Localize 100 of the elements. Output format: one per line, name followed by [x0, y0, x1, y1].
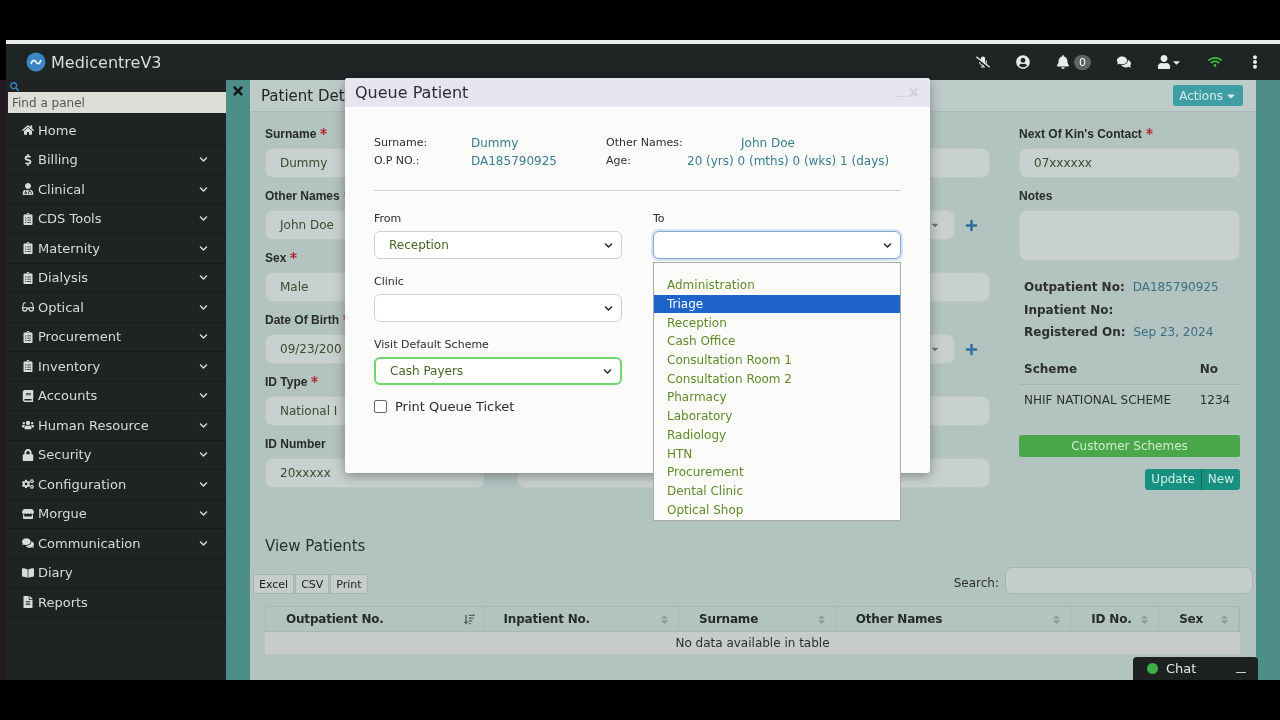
sidebar-item[interactable]: Dialysis — [8, 263, 226, 293]
chevron-icon — [199, 391, 208, 401]
column-header[interactable]: ID No. — [1071, 607, 1160, 631]
select-field[interactable] — [374, 294, 622, 322]
field-label: To — [653, 212, 666, 225]
app-name: MedicentreV3 — [51, 52, 162, 72]
chat-icon[interactable] — [1117, 55, 1131, 69]
sidebar-item[interactable]: Security — [8, 440, 226, 470]
column-header: No — [1194, 354, 1240, 385]
dropdown-option[interactable]: Radiology — [654, 425, 900, 445]
info-label: Registered On: — [1024, 325, 1126, 340]
field-label: From — [374, 212, 403, 225]
chevron-icon — [199, 243, 208, 253]
plus-icon[interactable] — [965, 342, 978, 356]
chevron-icon — [199, 302, 208, 312]
clipboard-icon — [22, 330, 34, 343]
export-button[interactable]: Excel — [253, 574, 295, 594]
info-value: Dummy — [471, 135, 520, 151]
dropdown-option[interactable]: Dental Clinic — [654, 481, 900, 501]
export-button[interactable]: CSV — [295, 574, 330, 594]
input-field[interactable]: 07xxxxxx — [1019, 148, 1240, 178]
field-label: Visit Default Scheme — [374, 338, 490, 351]
chevron-icon — [199, 538, 208, 548]
clipboard-icon — [22, 212, 34, 225]
select-field[interactable]: Cash Payers — [374, 357, 622, 385]
sidebar-item[interactable]: Inventory — [8, 352, 226, 382]
sidebar-item[interactable]: Diary — [8, 558, 226, 588]
checkbox-label: Print Queue Ticket — [395, 399, 515, 414]
column-header[interactable]: Other Names — [835, 607, 1072, 631]
users-icon — [22, 419, 34, 432]
info-label: Outpatient No: — [1024, 280, 1125, 295]
field-label: Date Of Birth — [265, 313, 350, 331]
user-menu-icon[interactable] — [1157, 55, 1182, 69]
sidebar-item[interactable]: Optical — [8, 293, 226, 323]
dropdown-option[interactable]: Administration — [654, 276, 900, 295]
chat-icon — [22, 537, 34, 550]
field-label: Other Names — [265, 189, 351, 207]
store-icon — [22, 507, 34, 520]
column-header[interactable]: Inpatient No. — [483, 607, 680, 631]
sidebar-item[interactable]: Procurement — [8, 322, 226, 352]
dollar-icon — [22, 153, 34, 166]
panel-title: Patient Det — [261, 86, 345, 105]
field-label: Sex — [265, 251, 298, 269]
sidebar-item[interactable]: Morgue — [8, 499, 226, 529]
clipboard-icon — [22, 360, 34, 373]
dropdown-option[interactable]: Pharmacy — [654, 388, 900, 407]
sidebar-item[interactable]: Configuration — [8, 470, 226, 500]
gears-icon — [22, 478, 34, 491]
dropdown-option[interactable]: Reception — [654, 313, 900, 333]
sidebar-item[interactable]: Communication — [8, 529, 226, 559]
dropdown-option[interactable]: Laboratory — [654, 406, 900, 426]
dropdown-option[interactable]: Cash Office — [654, 332, 900, 351]
open-book-icon — [22, 566, 34, 579]
column-header[interactable]: Outpatient No. — [266, 607, 484, 631]
logo-icon — [26, 52, 46, 72]
info-value: DA185790925 — [1132, 280, 1219, 295]
chat-widget[interactable]: Chat — [1133, 657, 1258, 680]
table-cell: 1234 — [1194, 384, 1240, 415]
bell-icon[interactable] — [1056, 55, 1070, 69]
plus-icon[interactable] — [965, 218, 978, 232]
dropdown-option[interactable]: HTN — [654, 444, 900, 463]
sidebar-item[interactable]: Accounts — [8, 381, 226, 411]
chevron-icon — [199, 214, 208, 224]
info-value: John Doe — [739, 135, 796, 151]
column-header: Scheme — [1019, 354, 1195, 385]
info-value: Sep 23, 2024 — [1133, 325, 1214, 340]
sidebar-item[interactable]: Reports — [8, 588, 226, 618]
clipboard-icon — [22, 271, 34, 284]
info-label: Age: — [606, 153, 632, 169]
sidebar-item[interactable]: Human Resource — [8, 411, 226, 441]
chevron-icon — [199, 155, 208, 165]
dropdown-option[interactable]: Triage — [654, 294, 900, 314]
info-label: Surname: — [374, 135, 429, 151]
chevron-icon — [199, 184, 208, 194]
lock-icon — [22, 448, 34, 461]
glasses-icon — [22, 301, 34, 314]
sidebar-item[interactable]: Clinical — [8, 175, 226, 205]
search-field[interactable] — [1005, 567, 1253, 594]
sidebar-item[interactable]: Maternity — [8, 234, 226, 264]
chevron-icon — [604, 303, 613, 313]
microphone-off-icon[interactable] — [976, 55, 990, 69]
search-field[interactable]: Find a panel — [8, 92, 226, 113]
dropdown-option[interactable]: Consultation Room 1 — [654, 350, 900, 370]
dropdown-option[interactable]: Procurement — [654, 462, 900, 482]
dropdown-option[interactable]: Consultation Room 2 — [654, 369, 900, 389]
field-label: Clinic — [374, 275, 405, 288]
notification-count: 0 — [1074, 54, 1091, 70]
dropdown-option[interactable]: Optical Shop — [654, 500, 900, 519]
export-button[interactable]: Print — [330, 574, 368, 594]
chevron-icon — [199, 450, 208, 460]
column-header[interactable]: Sex — [1159, 607, 1239, 631]
sidebar-item[interactable]: Home — [8, 116, 226, 146]
checkbox[interactable] — [374, 400, 387, 413]
select-field[interactable]: Reception — [374, 231, 622, 259]
search-icon — [10, 82, 19, 91]
select-field[interactable] — [653, 231, 901, 259]
field-label: ID Number — [265, 437, 326, 453]
table-cell: NHIF NATIONAL SCHEME — [1019, 384, 1195, 415]
column-header[interactable]: Surname — [679, 607, 836, 631]
sidebar-item[interactable]: CDS Tools — [8, 204, 226, 234]
